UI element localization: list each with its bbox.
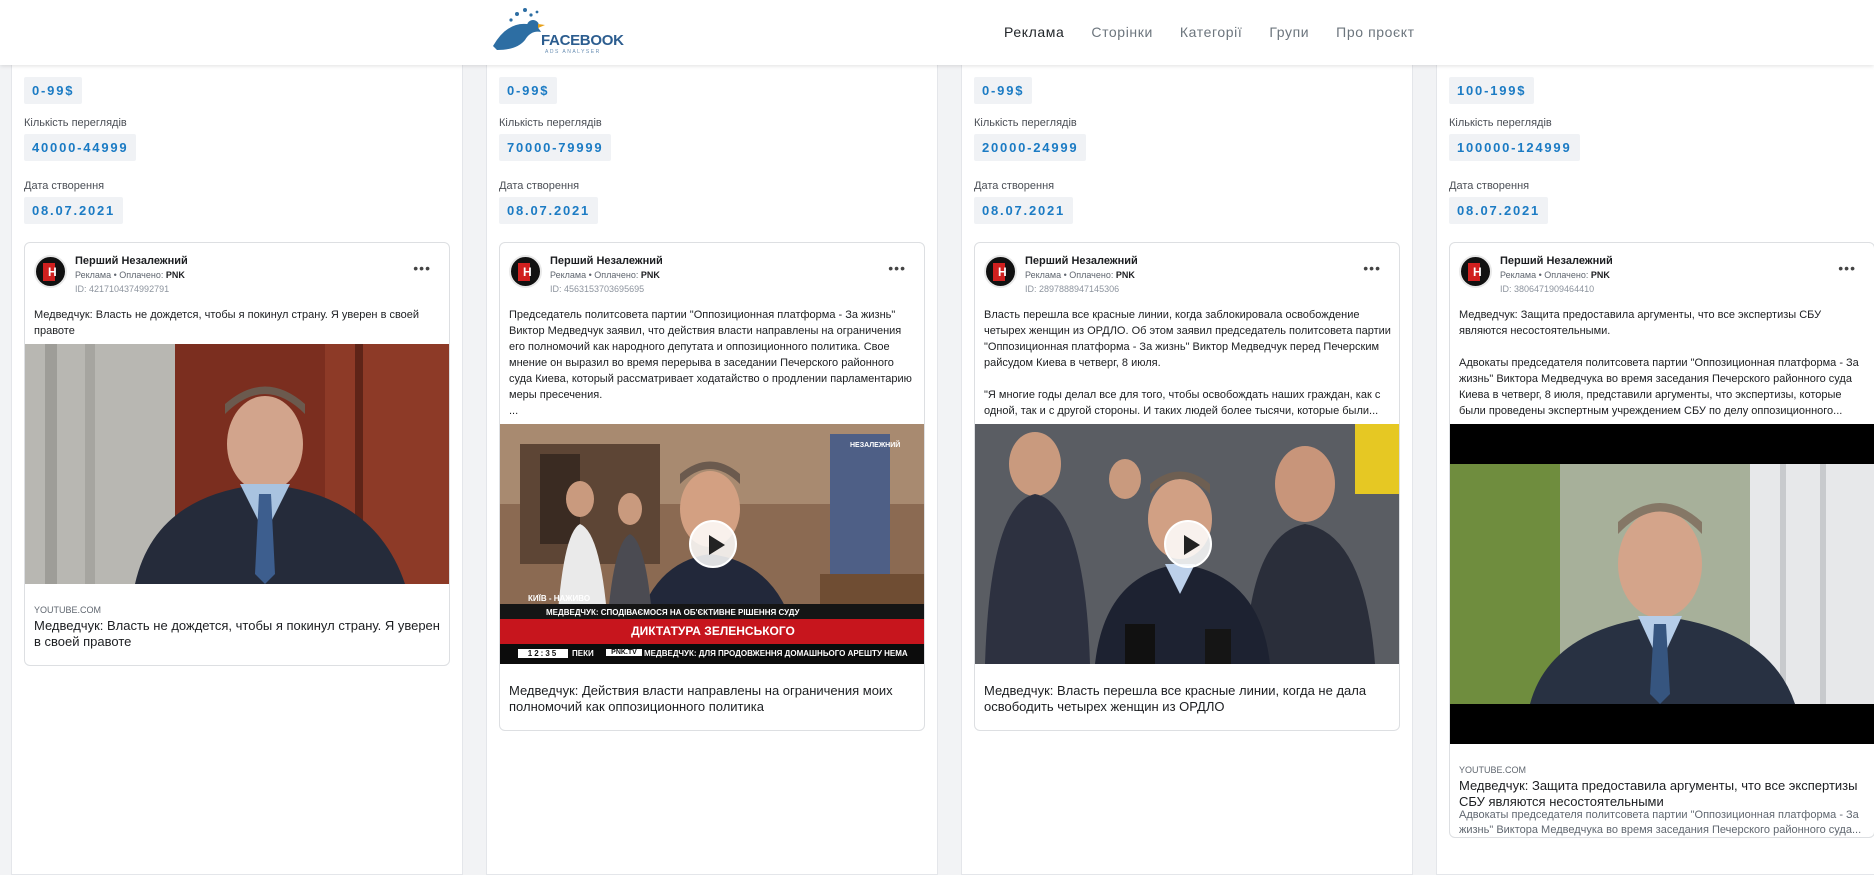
created-label: Дата створення <box>499 180 580 192</box>
tv-corner-label: НЕЗАЛЕЖНИЙ <box>850 442 901 449</box>
nav-categories[interactable]: Категорії <box>1180 24 1242 40</box>
top-navigation-bar: FACEBOOK ADS ANALYSER Реклама Сторінки К… <box>0 0 1874 65</box>
nav-ads[interactable]: Реклама <box>1004 24 1064 40</box>
link-title[interactable]: Медведчук: Действия власти направлены на… <box>509 683 919 715</box>
date-value: 08.07.2021 <box>24 197 124 224</box>
link-domain: YOUTUBE.COM <box>1459 765 1527 775</box>
ad-image[interactable] <box>25 344 449 584</box>
date-value: 08.07.2021 <box>1449 197 1549 224</box>
bird-logo-icon <box>493 8 545 50</box>
nav-groups[interactable]: Групи <box>1269 24 1309 40</box>
main-nav: Реклама Сторінки Категорії Групи Про про… <box>1004 24 1415 40</box>
tv-headline: МЕДВЕДЧУК: СПОДІВАЄМОСЯ НА ОБ'ЄКТИВНЕ РІ… <box>546 608 800 617</box>
created-label: Дата створення <box>1449 180 1530 192</box>
views-value: 100000-124999 <box>1449 134 1580 161</box>
ad-id: ID: 3806471909464410 <box>1500 284 1595 294</box>
date-value: 08.07.2021 <box>499 197 599 224</box>
spend-value: 0-99$ <box>24 77 83 104</box>
created-label: Дата створення <box>24 180 105 192</box>
ad-video[interactable] <box>975 424 1399 664</box>
page-avatar[interactable]: Н <box>34 255 67 288</box>
views-label: Кількість переглядів <box>24 117 127 129</box>
ad-body-text: Медведчук: Власть не дождется, чтобы я п… <box>34 309 420 337</box>
ad-column-1: 0-99$ Кількість переглядів 40000-44999 Д… <box>11 40 463 875</box>
page-name[interactable]: Перший Незалежний <box>75 255 188 267</box>
ad-body-text: Медведчук: Защита предоставила аргументы… <box>1459 309 1859 417</box>
nav-about[interactable]: Про проєкт <box>1336 24 1415 40</box>
tv-ticker-c: МЕДВЕДЧУК: ДЛЯ ПРОДОВЖЕННЯ ДОМАШНЬОГО АР… <box>644 649 908 658</box>
ad-meta: Реклама • Оплачено: PNK <box>550 270 660 280</box>
spend-value: 0-99$ <box>974 77 1033 104</box>
ad-preview-card: Н Перший Незалежний Реклама • Оплачено: … <box>974 242 1400 731</box>
ad-meta: Реклама • Оплачено: PNK <box>75 270 185 280</box>
link-domain: YOUTUBE.COM <box>34 605 102 615</box>
more-options-icon[interactable]: ••• <box>888 261 906 275</box>
page-avatar[interactable]: Н <box>509 255 542 288</box>
more-options-icon[interactable]: ••• <box>413 261 431 275</box>
ad-column-4: 100-199$ Кількість переглядів 100000-124… <box>1436 40 1874 875</box>
more-options-icon[interactable]: ••• <box>1363 261 1381 275</box>
ad-column-3: 0-99$ Кількість переглядів 20000-24999 Д… <box>961 40 1413 875</box>
link-title[interactable]: Медведчук: Власть не дождется, чтобы я п… <box>34 618 444 650</box>
views-value: 70000-79999 <box>499 134 612 161</box>
ad-id: ID: 4563153703695695 <box>550 284 645 294</box>
page-name[interactable]: Перший Незалежний <box>1025 255 1138 267</box>
ad-preview-card: Н Перший Незалежний Реклама • Оплачено: … <box>1449 242 1874 838</box>
ad-column-2: 0-99$ Кількість переглядів 70000-79999 Д… <box>486 40 938 875</box>
play-icon[interactable] <box>689 520 737 568</box>
ad-preview-card: Н Перший Незалежний Реклама • Оплачено: … <box>24 242 450 666</box>
more-options-icon[interactable]: ••• <box>1838 261 1856 275</box>
ad-body-text: Председатель политсовета партии "Оппозиц… <box>509 309 912 417</box>
ad-meta: Реклама • Оплачено: PNK <box>1500 270 1610 280</box>
ad-meta: Реклама • Оплачено: PNK <box>1025 270 1135 280</box>
date-value: 08.07.2021 <box>974 197 1074 224</box>
page-avatar[interactable]: Н <box>984 255 1017 288</box>
ad-image[interactable] <box>1450 424 1874 744</box>
tv-clock: 12:35 <box>518 649 568 658</box>
tv-banner: ДИКТАТУРА ЗЕЛЕНСЬКОГО <box>631 624 795 638</box>
page-avatar[interactable]: Н <box>1459 255 1492 288</box>
site-logo[interactable]: FACEBOOK ADS ANALYSER <box>487 6 624 56</box>
logo-text: FACEBOOK <box>541 32 624 49</box>
play-icon[interactable] <box>1164 520 1212 568</box>
created-label: Дата створення <box>974 180 1055 192</box>
ad-preview-card: Н Перший Незалежний Реклама • Оплачено: … <box>499 242 925 731</box>
nav-pages[interactable]: Сторінки <box>1091 24 1153 40</box>
views-value: 40000-44999 <box>24 134 137 161</box>
ad-id: ID: 2897888947145306 <box>1025 284 1120 294</box>
page-name[interactable]: Перший Незалежний <box>550 255 663 267</box>
views-label: Кількість переглядів <box>1449 117 1552 129</box>
views-value: 20000-24999 <box>974 134 1087 161</box>
ad-body-text: Власть перешла все красные линии, когда … <box>984 309 1391 417</box>
link-title[interactable]: Медведчук: Защита предоставила аргументы… <box>1459 778 1869 810</box>
spend-value: 100-199$ <box>1449 77 1535 104</box>
tv-city-label: КИЇВ - НАЖИВО <box>528 594 591 603</box>
tv-ticker-b: PNK.TV <box>606 649 642 656</box>
ad-id: ID: 4217104374992791 <box>75 284 170 294</box>
page-name[interactable]: Перший Незалежний <box>1500 255 1613 267</box>
views-label: Кількість переглядів <box>499 117 602 129</box>
ad-video[interactable]: НЕЗАЛЕЖНИЙ КИЇВ - НАЖИВО МЕДВЕДЧУК: СПОД… <box>500 424 924 664</box>
views-label: Кількість переглядів <box>974 117 1077 129</box>
logo-subtitle: ADS ANALYSER <box>545 49 601 55</box>
link-description: Адвокаты председателя политсовета партии… <box>1459 809 1862 836</box>
spend-value: 0-99$ <box>499 77 558 104</box>
link-title[interactable]: Медведчук: Власть перешла все красные ли… <box>984 683 1394 715</box>
